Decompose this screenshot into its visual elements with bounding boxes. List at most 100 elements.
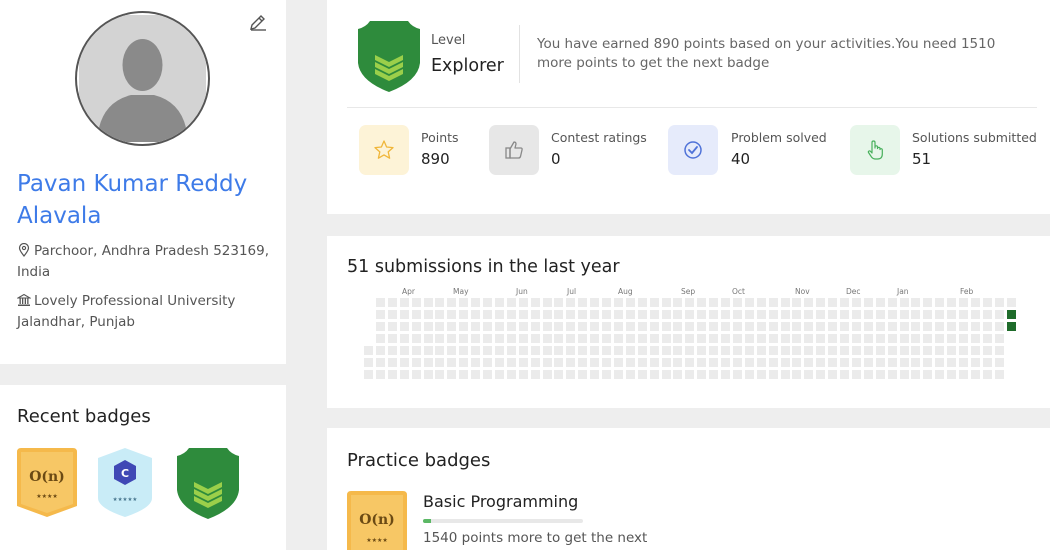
- heatmap-cell: [638, 346, 647, 355]
- heatmap-cell: [804, 322, 813, 331]
- heatmap-cell: [471, 370, 480, 379]
- heatmap-cell: [424, 298, 433, 307]
- heatmap-cell: [709, 298, 718, 307]
- heatmap-cell: [769, 322, 778, 331]
- heatmap-cell: [578, 346, 587, 355]
- heatmap-cell: [781, 310, 790, 319]
- practice-badge-name[interactable]: Basic Programming: [423, 492, 578, 511]
- heatmap-cell: [483, 358, 492, 367]
- heatmap-cell: [697, 334, 706, 343]
- contest-ratings-value: 0: [551, 150, 561, 168]
- heatmap-cell: [721, 334, 730, 343]
- heatmap-cell: [864, 370, 873, 379]
- heatmap-cell: [447, 322, 456, 331]
- heatmap-cell: [483, 370, 492, 379]
- heatmap-cell: [590, 310, 599, 319]
- heatmap-cell: [388, 334, 397, 343]
- heatmap-cell: [507, 298, 516, 307]
- heatmap-cell: [471, 358, 480, 367]
- heatmap-cell: [447, 310, 456, 319]
- heatmap-cell: [554, 334, 563, 343]
- heatmap-cell: [435, 346, 444, 355]
- heatmap-cell: [840, 346, 849, 355]
- heatmap-cell: [888, 346, 897, 355]
- heatmap-cell: [495, 322, 504, 331]
- heatmap-cell: [971, 370, 980, 379]
- heatmap-cell: [447, 370, 456, 379]
- heatmap-cell: [852, 298, 861, 307]
- heatmap-cell: [935, 346, 944, 355]
- heatmap-cell: [792, 334, 801, 343]
- heatmap-cell: [554, 310, 563, 319]
- heatmap-cell: [424, 334, 433, 343]
- heatmap-cell: [876, 334, 885, 343]
- heatmap-cell: [709, 310, 718, 319]
- edit-icon[interactable]: [248, 12, 268, 32]
- heatmap-title: 51 submissions in the last year: [347, 257, 620, 277]
- heatmap-cell: [412, 322, 421, 331]
- heatmap-cell: [495, 298, 504, 307]
- heatmap-cell: [673, 298, 682, 307]
- heatmap-cell: [828, 370, 837, 379]
- heatmap-cell: [638, 334, 647, 343]
- heatmap-cell: [662, 358, 671, 367]
- heatmap-cell: [424, 346, 433, 355]
- month-label: May: [453, 287, 469, 296]
- heatmap-cell: [757, 346, 766, 355]
- heatmap-cell: [590, 322, 599, 331]
- heatmap-cell: [459, 334, 468, 343]
- heatmap-cell: [995, 298, 1004, 307]
- heatmap-cell: [662, 298, 671, 307]
- explorer-badge-icon[interactable]: [177, 448, 239, 520]
- heatmap-cell: [471, 298, 480, 307]
- heatmap-cell: [435, 298, 444, 307]
- month-label: Oct: [732, 287, 745, 296]
- o-n-badge-icon[interactable]: O(n) ★★★★: [17, 448, 77, 518]
- basic-programming-badge-icon[interactable]: O(n) ★★★★: [347, 491, 407, 550]
- heatmap-cell: [971, 358, 980, 367]
- heatmap-cell: [435, 370, 444, 379]
- heatmap-cell: [733, 310, 742, 319]
- heatmap-cell: [745, 310, 754, 319]
- heatmap-cell: [816, 358, 825, 367]
- heatmap-cell: [935, 334, 944, 343]
- heatmap-cell: [400, 322, 409, 331]
- location: Parchoor, Andhra Pradesh 523169, India: [17, 241, 277, 283]
- c-language-badge-icon[interactable]: C ★★★★★: [96, 448, 154, 518]
- heatmap-cell: [852, 358, 861, 367]
- heatmap-cell: [673, 310, 682, 319]
- heatmap-cell: [650, 310, 659, 319]
- heatmap-cell: [626, 334, 635, 343]
- heatmap-cell: [923, 370, 932, 379]
- basic-programming-badge-text: O(n): [359, 512, 395, 528]
- institution: Lovely Professional University Jalandhar…: [17, 291, 277, 333]
- heatmap-cell: [959, 358, 968, 367]
- heatmap-cell: [471, 322, 480, 331]
- heatmap-cell: [400, 334, 409, 343]
- heatmap-cell: [721, 298, 730, 307]
- heatmap-cell: [412, 346, 421, 355]
- heatmap-cell: [424, 310, 433, 319]
- heatmap-cell: [459, 370, 468, 379]
- heatmap-cell: [840, 358, 849, 367]
- heatmap-cell: [685, 298, 694, 307]
- heatmap-cell: [471, 334, 480, 343]
- heatmap-cell: [923, 346, 932, 355]
- heatmap-cell: [864, 322, 873, 331]
- month-label: Sep: [681, 287, 696, 296]
- heatmap-cell: [590, 346, 599, 355]
- heatmap-cell: [900, 298, 909, 307]
- heatmap-cell: [1007, 310, 1016, 319]
- heatmap-cell: [781, 322, 790, 331]
- level-description: You have earned 890 points based on your…: [537, 36, 996, 71]
- heatmap-cell: [888, 298, 897, 307]
- heatmap-cell: [543, 322, 552, 331]
- heatmap-cell: [590, 298, 599, 307]
- heatmap-cell: [447, 298, 456, 307]
- heatmap-cell: [590, 334, 599, 343]
- heatmap-cell: [388, 370, 397, 379]
- heatmap-cell: [531, 346, 540, 355]
- heatmap-cell: [507, 334, 516, 343]
- heatmap-cell: [757, 322, 766, 331]
- heatmap-cell: [864, 310, 873, 319]
